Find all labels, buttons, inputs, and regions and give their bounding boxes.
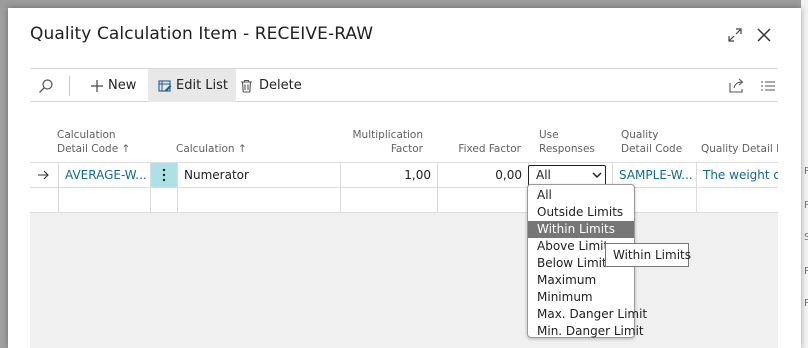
trash-icon <box>241 79 252 93</box>
expand-button[interactable] <box>724 24 746 46</box>
action-bar: New Edit List Delete <box>30 68 778 102</box>
share-icon <box>729 78 744 93</box>
empty-cell[interactable] <box>59 188 151 212</box>
dropdown-option-within-limits[interactable]: Within Limits <box>528 221 634 238</box>
calculation-cell[interactable]: Numerator <box>178 163 341 187</box>
column-header-line: Responses <box>539 143 595 155</box>
chevron-down-icon <box>592 172 602 179</box>
background-letter: P <box>804 166 808 177</box>
background-letter: S <box>804 232 808 243</box>
empty-cell[interactable] <box>178 188 341 212</box>
use-responses-select[interactable]: All <box>528 165 606 186</box>
edit-list-button[interactable]: Edit List <box>148 69 237 102</box>
empty-cell[interactable] <box>151 188 178 212</box>
share-button[interactable] <box>729 69 745 102</box>
empty-cell[interactable] <box>438 188 529 212</box>
dropdown-option-outside-limits[interactable]: Outside Limits <box>528 204 634 221</box>
option-tooltip: Within Limits <box>605 243 691 267</box>
new-button[interactable]: New <box>88 69 138 102</box>
background-letter: P <box>804 298 808 309</box>
column-header-line: Calculation <box>57 129 116 141</box>
dropdown-option-maximum[interactable]: Maximum <box>528 272 634 289</box>
dropdown-option-all[interactable]: All <box>528 187 634 204</box>
background-letter: P <box>804 200 808 211</box>
column-header-quality-detail-code[interactable]: Quality Detail Code <box>621 104 691 162</box>
column-header-line: Detail Code <box>621 143 683 155</box>
column-header-line: Quality <box>621 129 659 141</box>
close-button[interactable] <box>753 24 775 46</box>
row-menu-button[interactable] <box>151 163 178 187</box>
search-icon <box>39 78 53 93</box>
table-row-empty[interactable] <box>30 188 778 213</box>
background-page <box>0 0 808 8</box>
plus-icon <box>91 79 103 92</box>
edit-list-label: Edit List <box>176 78 229 93</box>
row-indicator-cell <box>30 188 59 212</box>
multiplication-factor-cell[interactable]: 1,00 <box>341 163 438 187</box>
column-header-line: Factor <box>390 143 423 155</box>
dropdown-option-min-danger-limit[interactable]: Min. Danger Limit <box>528 323 644 340</box>
delete-label: Delete <box>259 78 302 93</box>
delete-button[interactable]: Delete <box>240 69 302 102</box>
row-indicator-cell <box>30 163 59 187</box>
column-header-calculation[interactable]: Calculation ↑ <box>176 104 326 162</box>
fixed-factor-cell[interactable]: 0,00 <box>438 163 529 187</box>
dropdown-option-max-danger-limit[interactable]: Max. Danger Limit <box>528 306 647 323</box>
column-header-quality-detail-desc[interactable]: Quality Detail Des <box>701 104 778 162</box>
column-header-text: Fixed Factor <box>458 143 521 155</box>
quality-detail-desc-cell[interactable]: The weight of t <box>697 163 778 187</box>
background-page-right: P P S P P <box>801 0 808 348</box>
edit-list-icon <box>158 79 172 92</box>
column-header-text: Quality Detail Des <box>701 143 778 155</box>
dialog-title: Quality Calculation Item - RECEIVE-RAW <box>30 24 374 44</box>
dropdown-option-minimum[interactable]: Minimum <box>528 289 634 306</box>
search-button[interactable] <box>38 69 54 102</box>
new-label: New <box>108 78 137 93</box>
use-responses-value: All <box>536 168 551 182</box>
items-grid: Calculation Detail Code ↑ Calculation ↑ M… <box>30 104 778 348</box>
background-letter: P <box>804 266 808 277</box>
column-header-text: Calculation ↑ <box>176 143 247 155</box>
action-separator <box>69 76 70 96</box>
column-header-use-responses[interactable]: Use Responses <box>539 104 609 162</box>
quality-calculation-dialog: Quality Calculation Item - RECEIVE-RAW N… <box>8 8 801 348</box>
more-vertical-icon <box>162 168 166 182</box>
empty-cell[interactable] <box>341 188 438 212</box>
column-header-fixed-factor[interactable]: Fixed Factor <box>430 104 521 162</box>
grid-empty-area <box>30 204 778 348</box>
column-header-calc-detail-code[interactable]: Calculation Detail Code ↑ <box>57 104 151 162</box>
close-icon <box>757 28 771 42</box>
list-icon <box>761 80 775 91</box>
column-header-line: Detail Code ↑ <box>57 143 131 155</box>
expand-icon <box>728 28 742 42</box>
column-header-line: Use <box>539 129 559 141</box>
calc-detail-code-cell[interactable]: AVERAGE-W... <box>59 163 151 187</box>
empty-cell[interactable] <box>697 188 778 212</box>
column-header-multiplication-factor[interactable]: Multiplication Factor <box>333 104 424 162</box>
list-view-button[interactable] <box>761 69 775 102</box>
arrow-right-icon <box>38 170 49 180</box>
table-row[interactable]: AVERAGE-W... Numerator 1,00 0,00 SAMPLE-… <box>30 163 778 188</box>
column-header-line: Multiplication <box>352 129 424 141</box>
